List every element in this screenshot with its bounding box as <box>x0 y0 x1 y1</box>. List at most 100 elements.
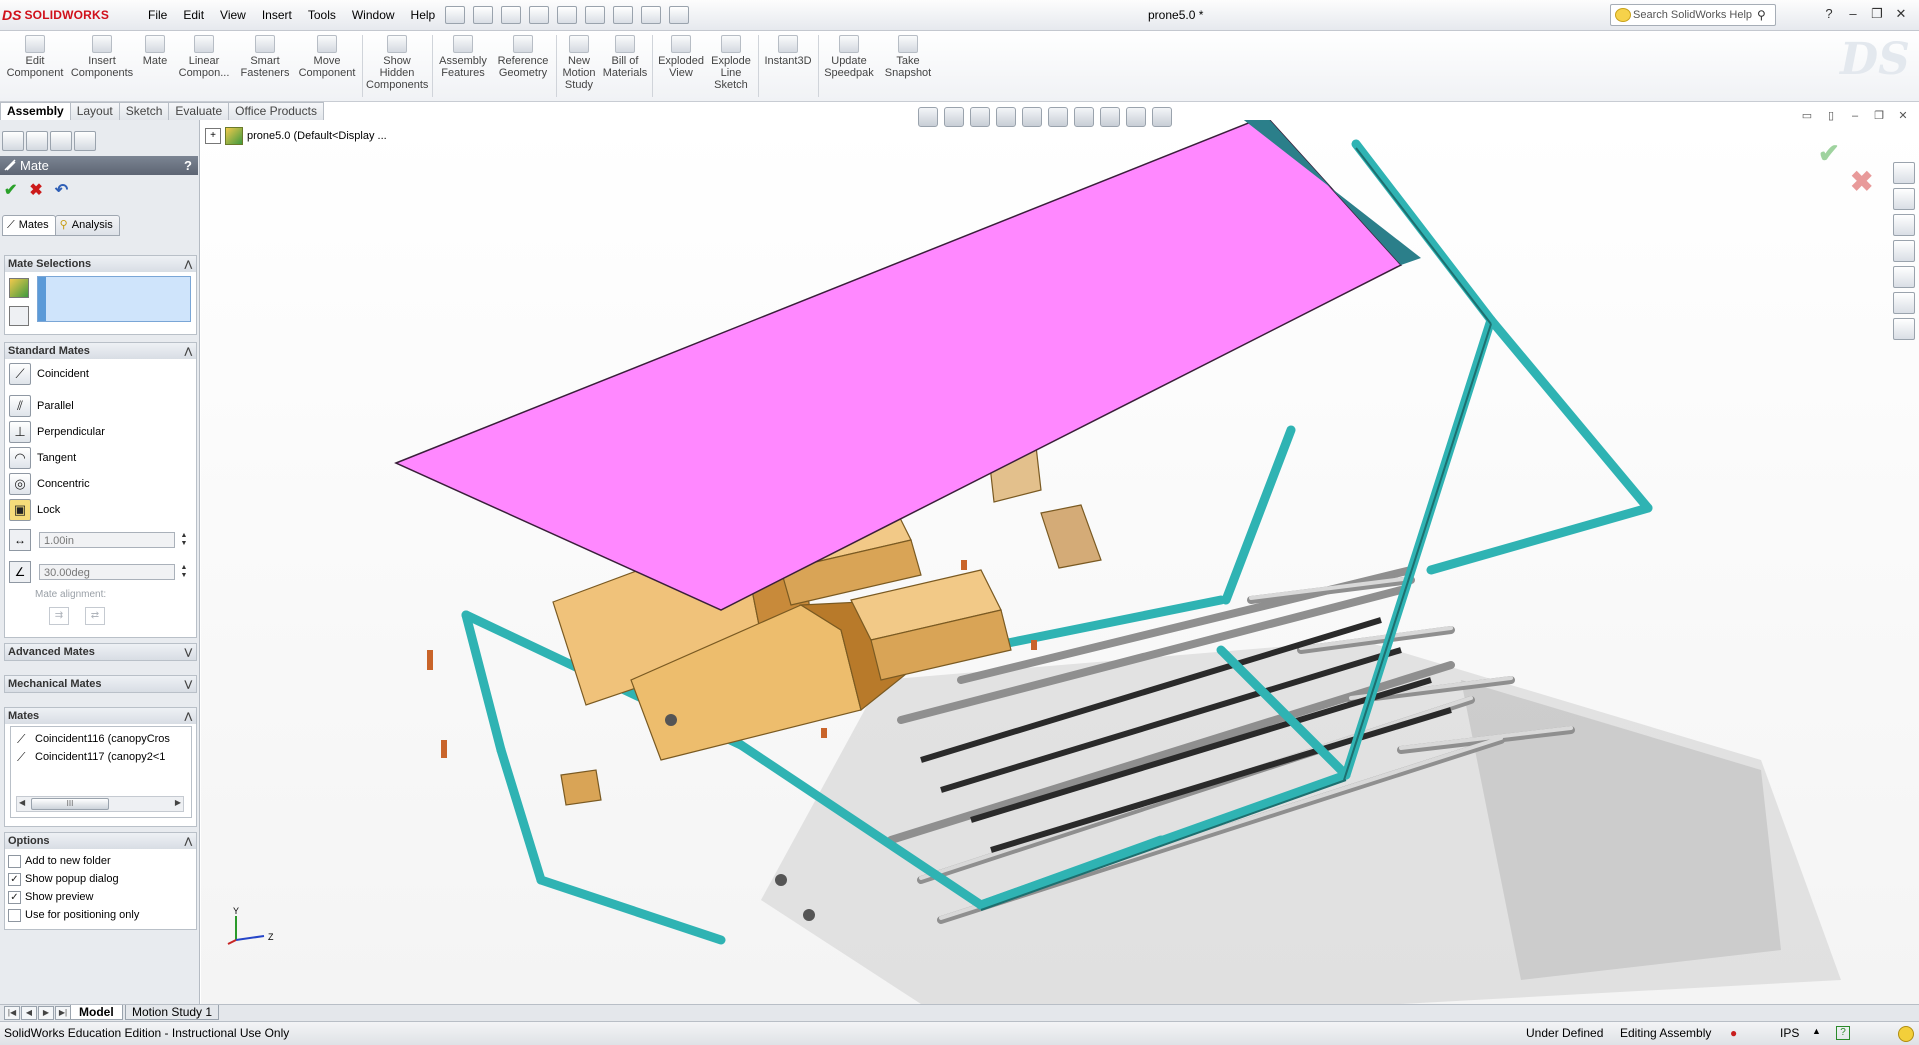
collapse-chevron-icon[interactable]: ⋀ <box>185 256 192 272</box>
feature-manager-tab-icon[interactable] <box>2 131 24 151</box>
angle-spinner[interactable]: ▲ ▼ <box>179 564 189 580</box>
tab-model[interactable]: Model <box>70 1005 123 1020</box>
use-for-positioning-only-checkbox[interactable]: Use for positioning only <box>8 907 139 923</box>
custom-properties-icon[interactable] <box>1893 318 1915 340</box>
hide-show-items-icon[interactable] <box>1074 107 1094 127</box>
help-icon[interactable]: ? <box>1820 5 1838 23</box>
view-settings-icon[interactable] <box>1152 107 1172 127</box>
new-document-icon[interactable] <box>445 6 465 24</box>
menu-edit[interactable]: Edit <box>175 6 212 24</box>
search-help-box[interactable]: Search SolidWorks Help ⚲ <box>1610 4 1776 26</box>
scroll-right-icon[interactable]: ▶ <box>175 798 181 807</box>
angle-field[interactable]: 30.00deg <box>39 564 175 580</box>
display-manager-tab-icon[interactable] <box>74 131 96 151</box>
view-orientation-icon[interactable] <box>1022 107 1042 127</box>
graphics-area[interactable] <box>201 120 1919 1004</box>
tangent-option[interactable]: ◠ Tangent <box>9 447 76 469</box>
perpendicular-option[interactable]: ⊥ Perpendicular <box>9 421 105 443</box>
split-vertical-icon[interactable]: ▯ <box>1824 109 1838 123</box>
expand-chevron-icon[interactable]: ⋁ <box>185 676 192 692</box>
menu-view[interactable]: View <box>212 6 254 24</box>
show-hidden-components-button[interactable]: Show Hidden Components <box>366 35 428 91</box>
angle-icon[interactable]: ∠ <box>9 561 31 583</box>
open-folder-icon[interactable] <box>473 6 493 24</box>
instant3d-button[interactable]: Instant3D <box>760 35 816 67</box>
apply-scene-icon[interactable] <box>1126 107 1146 127</box>
configuration-manager-tab-icon[interactable] <box>50 131 72 151</box>
file-properties-icon[interactable] <box>641 6 661 24</box>
edit-component-button[interactable]: Edit Component <box>6 35 64 79</box>
confirmation-ok-icon[interactable]: ✔ <box>1818 138 1840 169</box>
edit-appearance-icon[interactable] <box>1100 107 1120 127</box>
mates-header[interactable]: Mates ⋀ <box>5 708 196 724</box>
scroll-left-icon[interactable]: ◀ <box>19 798 25 807</box>
viewport-restore-icon[interactable]: ❐ <box>1872 109 1886 123</box>
tab-office-products[interactable]: Office Products <box>228 102 324 120</box>
minimize-icon[interactable]: – <box>1844 5 1862 23</box>
collapse-chevron-icon[interactable]: ⋀ <box>185 708 192 724</box>
insert-components-button[interactable]: Insert Components <box>70 35 134 79</box>
linear-component-pattern-button[interactable]: Linear Compon... <box>174 35 234 79</box>
menu-tools[interactable]: Tools <box>300 6 344 24</box>
scroll-thumb[interactable]: III <box>31 798 109 810</box>
anti-aligned-icon[interactable]: ⇄ <box>85 607 105 625</box>
view-palette-icon[interactable] <box>1893 266 1915 288</box>
home-icon[interactable] <box>1893 188 1915 210</box>
design-library-icon[interactable] <box>1893 214 1915 236</box>
tab-assembly[interactable]: Assembly <box>0 102 71 120</box>
show-preview-checkbox[interactable]: ✓ Show preview <box>8 889 93 905</box>
aligned-icon[interactable]: ⇉ <box>49 607 69 625</box>
new-motion-study-button[interactable]: New Motion Study <box>558 35 600 91</box>
list-item[interactable]: ⟋ Coincident117 (canopy2<1 <box>17 749 183 765</box>
mate-selections-header[interactable]: Mate Selections ⋀ <box>5 256 196 272</box>
prev-tab-icon[interactable]: ◀ <box>21 1006 37 1020</box>
expand-icon[interactable]: + <box>205 128 221 144</box>
collapse-chevron-icon[interactable]: ⋀ <box>185 833 192 849</box>
assembly-features-button[interactable]: Assembly Features <box>436 35 490 79</box>
reference-geometry-button[interactable]: Reference Geometry <box>494 35 552 79</box>
feature-tree-root-label[interactable]: prone5.0 (Default<Display ... <box>247 130 387 142</box>
menu-file[interactable]: File <box>140 6 175 24</box>
mechanical-mates-header[interactable]: Mechanical Mates ⋁ <box>5 676 196 692</box>
appearances-icon[interactable] <box>1893 292 1915 314</box>
section-view-icon[interactable] <box>996 107 1016 127</box>
take-snapshot-button[interactable]: Take Snapshot <box>880 35 936 79</box>
concentric-option[interactable]: ◎ Concentric <box>9 473 90 495</box>
add-to-new-folder-checkbox[interactable]: Add to new folder <box>8 853 111 869</box>
show-popup-dialog-checkbox[interactable]: ✓ Show popup dialog <box>8 871 119 887</box>
rebuild-status-icon[interactable]: ● <box>1730 1026 1737 1040</box>
menu-window[interactable]: Window <box>344 6 403 24</box>
parallel-option[interactable]: ⫽ Parallel <box>9 395 74 417</box>
zoom-to-area-icon[interactable] <box>944 107 964 127</box>
feature-tree-root[interactable]: + prone5.0 (Default<Display ... <box>205 127 387 145</box>
smart-fasteners-button[interactable]: Smart Fasteners <box>238 35 292 79</box>
distance-field[interactable]: 1.00in <box>39 532 175 548</box>
coincident-option[interactable]: ⟋ Coincident <box>9 363 89 385</box>
tab-analysis[interactable]: ⚲ Analysis <box>54 215 120 236</box>
exploded-view-button[interactable]: Exploded View <box>656 35 706 79</box>
units-selector[interactable]: IPS <box>1780 1026 1799 1040</box>
ok-checkmark-icon[interactable]: ✔ <box>4 182 17 200</box>
search-input[interactable]: Search SolidWorks Help <box>1633 9 1757 21</box>
menu-insert[interactable]: Insert <box>254 6 300 24</box>
explode-line-sketch-button[interactable]: Explode Line Sketch <box>708 35 754 91</box>
split-horizontal-icon[interactable]: ▭ <box>1800 109 1814 123</box>
close-icon[interactable]: ✕ <box>1892 5 1910 23</box>
previous-view-icon[interactable] <box>970 107 990 127</box>
advanced-mates-group[interactable]: Advanced Mates ⋁ <box>4 643 197 661</box>
mate-button[interactable]: Mate <box>140 35 170 67</box>
quick-tips-help[interactable]: ? <box>1836 1026 1850 1040</box>
assembly-model-view[interactable] <box>201 120 1919 1004</box>
mate-selections-list[interactable] <box>37 276 191 322</box>
tab-mates[interactable]: ⟋ Mates <box>2 215 56 236</box>
search-icon[interactable]: ⚲ <box>1757 8 1771 22</box>
mates-horizontal-scrollbar[interactable]: ◀ III ▶ <box>16 796 184 812</box>
distance-spinner[interactable]: ▲ ▼ <box>179 532 189 548</box>
options-header[interactable]: Options ⋀ <box>5 833 196 849</box>
solidworks-resources-icon[interactable] <box>1893 162 1915 184</box>
menu-help[interactable]: Help <box>403 6 444 24</box>
standard-mates-header[interactable]: Standard Mates ⋀ <box>5 343 196 359</box>
restore-icon[interactable]: ❐ <box>1868 5 1886 23</box>
display-style-icon[interactable] <box>1048 107 1068 127</box>
viewport-close-icon[interactable]: ✕ <box>1896 109 1910 123</box>
